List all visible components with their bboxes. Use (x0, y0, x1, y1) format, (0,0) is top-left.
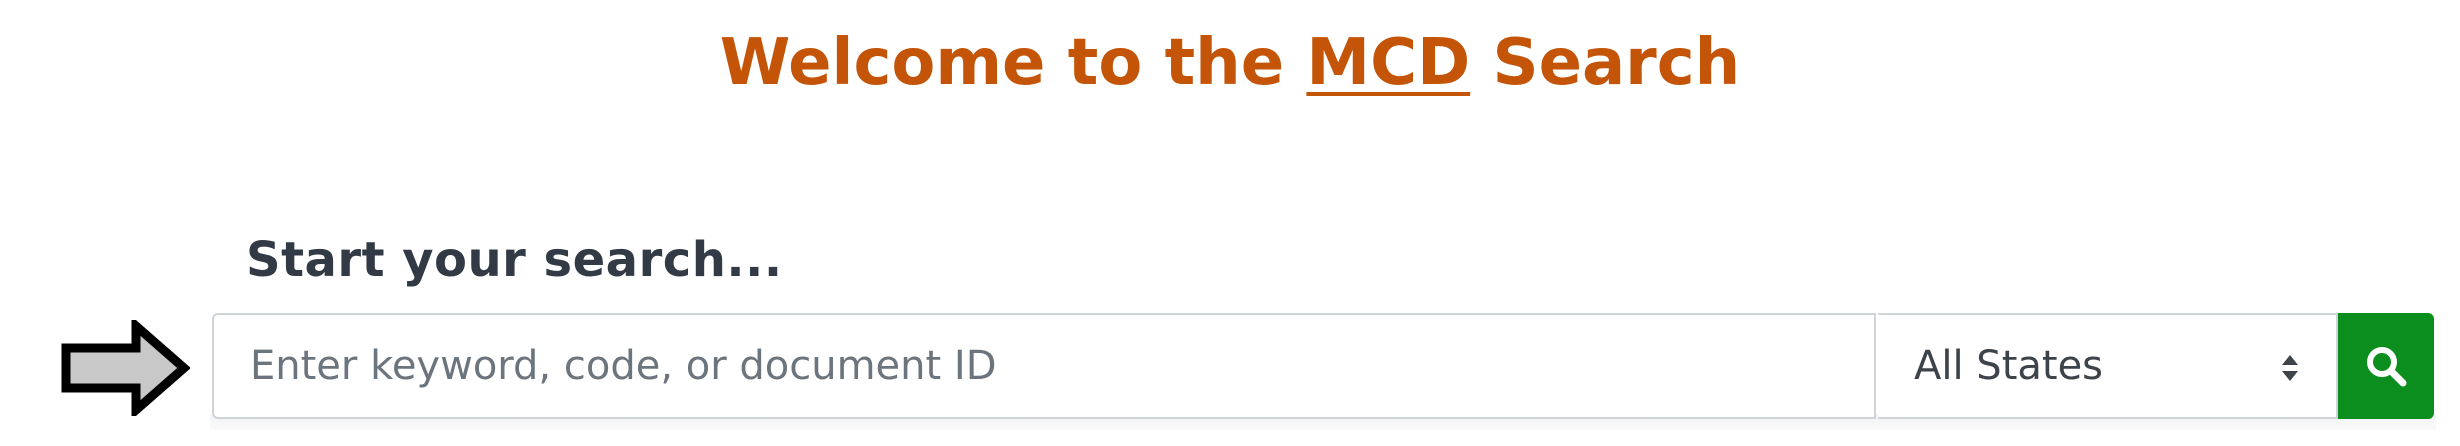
page: Welcome to the MCD Search Start your sea… (0, 0, 2460, 446)
sort-caret-icon (2282, 355, 2298, 381)
right-arrow-icon (61, 320, 190, 416)
search-heading: Start your search... (246, 232, 783, 288)
search-input[interactable] (212, 313, 1876, 419)
title-mcd-link[interactable]: MCD (1306, 26, 1470, 100)
page-title: Welcome to the MCD Search (0, 18, 2460, 108)
search-icon-handle (2387, 367, 2407, 387)
search-icon (2367, 347, 2407, 387)
caret-down (2282, 371, 2298, 381)
arrow-shape (61, 320, 190, 416)
search-button[interactable] (2338, 313, 2434, 419)
title-suffix: Search (1470, 26, 1741, 100)
state-select-value: All States (1914, 343, 2104, 389)
title-prefix: Welcome to the (719, 26, 1307, 100)
caret-up (2282, 355, 2298, 365)
state-select[interactable]: All States (1878, 313, 2338, 419)
